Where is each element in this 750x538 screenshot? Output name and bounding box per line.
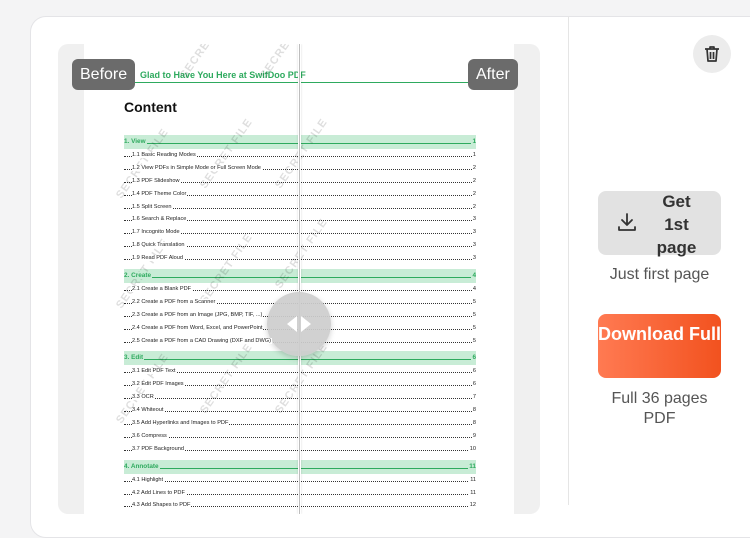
toc-title: 2.3 Create a PDF from an Image (JPG, BMP… xyxy=(132,311,264,318)
toc-title: 3.3 OCR xyxy=(132,394,155,401)
toc-page: 6 xyxy=(471,378,476,392)
toc-title: 2.5 Create a PDF from a CAD Drawing (DXF… xyxy=(132,337,272,344)
toc-page: 10 xyxy=(468,442,476,456)
toc-page: 2 xyxy=(471,187,476,201)
toc-page: 4 xyxy=(471,283,476,296)
toc-page: 2 xyxy=(471,200,476,214)
toc-page: 7 xyxy=(471,391,476,405)
toc-title: 2. Create xyxy=(124,272,152,280)
get-first-page-note: Just first page xyxy=(609,266,710,283)
toc-page: 3 xyxy=(471,213,476,227)
toc-title: 4.3 Add Shapes to PDF xyxy=(132,502,192,509)
compare-divider-line xyxy=(299,44,300,514)
compare-preview[interactable]: Glad to Have You Here at SwifDoo PDF Con… xyxy=(58,44,540,514)
toc-page: 5 xyxy=(471,321,476,335)
download-icon xyxy=(618,213,636,231)
toc-title: 4.1 Highlight xyxy=(132,476,165,483)
panel-divider xyxy=(568,16,569,505)
download-full-button[interactable]: Download Full xyxy=(598,314,721,378)
toc-page: 12 xyxy=(468,499,476,513)
toc-page: 3 xyxy=(471,226,476,240)
toc-title: 2.2 Create a PDF from a Scanner xyxy=(132,298,217,305)
content-title: Content xyxy=(124,99,177,115)
toc-title: 3.2 Edit PDF Images xyxy=(132,381,185,388)
toc-page: 11 xyxy=(468,459,476,474)
toc-page: 2 xyxy=(471,161,476,175)
toc-page: 1 xyxy=(471,135,476,149)
toc-page: 5 xyxy=(471,295,476,309)
toc-title: 3.4 Whiteout xyxy=(132,407,165,414)
toc-title: 2.1 Create a Blank PDF xyxy=(132,286,193,293)
toc-title: 4. Annotate xyxy=(124,462,160,470)
toc-page: 1 xyxy=(471,149,476,162)
toc-title: 2.4 Create a PDF from Word, Excel, and P… xyxy=(132,324,264,331)
toc-page: 4 xyxy=(471,269,476,284)
toc-title: 1.6 Search & Replace xyxy=(132,216,188,223)
toc-title: 1. View xyxy=(124,138,147,145)
compare-slider-handle[interactable] xyxy=(267,292,331,356)
toc-title: 1.4 PDF Theme Color xyxy=(132,190,188,197)
drag-arrows-icon xyxy=(287,316,311,332)
toc-title: 1.1 Basic Reading Modes xyxy=(132,152,197,158)
toc-title: 3. Edit xyxy=(124,354,145,362)
delete-button[interactable] xyxy=(693,35,731,73)
toc-page: 8 xyxy=(471,404,476,418)
toc-title: 3.1 Edit PDF Text xyxy=(132,368,177,375)
toc-title: 1.5 Split Screen xyxy=(132,203,173,210)
toc-page: 6 xyxy=(471,365,476,379)
toc-title: 3.5 Add Hyperlinks and Images to PDF xyxy=(132,420,230,427)
toc-page: 8 xyxy=(471,417,476,430)
toc-title: 3.6 Compress xyxy=(132,432,168,439)
toc-title: 1.8 Quick Translation xyxy=(132,242,186,249)
get-first-page-button[interactable]: Get 1st page xyxy=(598,191,721,257)
toc-page: 3 xyxy=(471,239,476,253)
before-label: Before xyxy=(72,59,136,90)
document-header: Glad to Have You Here at SwifDoo PDF xyxy=(140,70,306,80)
toc-page: 2 xyxy=(471,174,476,188)
toc-page: 11 xyxy=(469,473,476,487)
after-label: After xyxy=(468,59,518,90)
toc-page: 6 xyxy=(471,351,476,366)
trash-icon xyxy=(705,46,719,62)
toc-title: 1.3 PDF Slideshow xyxy=(132,177,181,184)
toc-page: 5 xyxy=(471,308,476,322)
toc-title: 4.2 Add Lines to PDF xyxy=(132,489,186,496)
toc-title: 1.9 Read PDF Aloud xyxy=(132,255,184,262)
download-full-note: Full 36 pages PDF xyxy=(611,390,708,427)
toc-page: 3 xyxy=(471,252,476,266)
header-rule xyxy=(84,82,506,83)
toc-title: 3.7 PDF Background xyxy=(132,445,185,452)
toc-title: 1.7 Incognito Mode xyxy=(132,229,181,236)
toc-page: 11 xyxy=(469,486,476,500)
get-first-page-label: Get 1st page xyxy=(656,192,697,257)
toc-title: 1.2 View PDFs in Simple Mode or Full Scr… xyxy=(132,164,262,171)
toc-page: 5 xyxy=(471,334,476,348)
toc-page: 9 xyxy=(471,429,476,443)
